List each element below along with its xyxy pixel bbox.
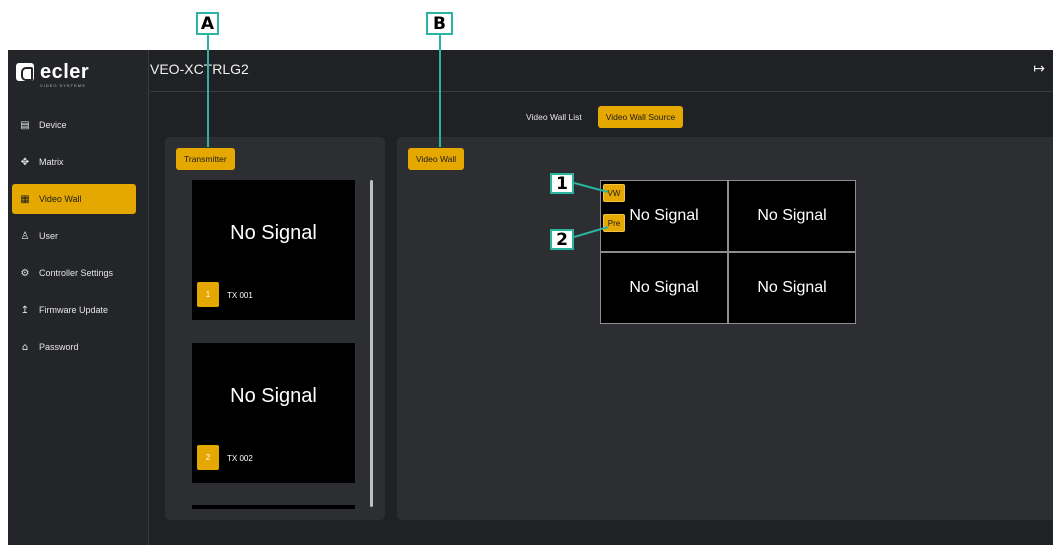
transmitter-card[interactable]: No Signal 2 TX 002 — [192, 343, 355, 483]
ecler-logo-text: ecler — [40, 61, 90, 83]
sidebar-item-label: Device — [39, 120, 67, 130]
callout-b: B — [426, 12, 453, 35]
sidebar-item-label: Password — [39, 342, 79, 352]
ecler-logo-subtitle: VIDEO SYSTEMS — [40, 83, 86, 88]
sidebar-item-user[interactable]: ♙ User — [12, 221, 136, 251]
video-wall-chip: Video Wall — [408, 148, 465, 170]
sidebar-item-label: User — [39, 231, 59, 241]
transmitter-number: 2 — [197, 445, 219, 470]
gear-icon: ⚙ — [20, 267, 30, 279]
callout-2: 2 — [550, 229, 574, 250]
device-title: VEO-XCTRLG2 — [150, 61, 249, 77]
sidebar: ecler VIDEO SYSTEMS ▤ Device ✥ Matrix ▦ … — [8, 50, 149, 545]
user-icon: ♙ — [20, 230, 30, 242]
transmitter-number: 1 — [197, 282, 219, 307]
signal-status: No Signal — [757, 279, 827, 296]
sidebar-item-device[interactable]: ▤ Device — [12, 110, 136, 140]
callout-a: A — [196, 12, 219, 35]
sidebar-item-video-wall[interactable]: ▦ Video Wall — [12, 184, 136, 214]
transmitter-card[interactable]: No Signal 1 TX 001 — [192, 180, 355, 320]
video-wall-grid: No Signal No Signal No Signal No Signal — [600, 180, 856, 324]
sidebar-item-label: Controller Settings — [39, 268, 114, 278]
app-window: ecler VIDEO SYSTEMS ▤ Device ✥ Matrix ▦ … — [8, 50, 1053, 545]
sidebar-item-password[interactable]: ⌂ Password — [12, 332, 136, 362]
transmitter-chip: Transmitter — [176, 148, 235, 170]
signal-status: No Signal — [230, 385, 317, 407]
sidebar-item-label: Video Wall — [39, 194, 82, 204]
transmitter-panel: Transmitter No Signal 1 TX 001 No Signal… — [165, 137, 385, 520]
sidebar-item-label: Matrix — [39, 157, 64, 167]
tab-video-wall-list[interactable]: Video Wall List — [518, 106, 590, 128]
signal-status: No Signal — [629, 207, 699, 224]
callout-a-line — [207, 35, 209, 147]
wall-cell[interactable]: No Signal — [601, 253, 727, 323]
ecler-logo: ecler — [16, 61, 90, 83]
ecler-logo-mark — [16, 63, 34, 81]
video-wall-panel: Video Wall No Signal No Signal No Signal… — [397, 137, 1053, 520]
tab-bar: Video Wall List Video Wall Source — [518, 106, 684, 128]
wall-cell[interactable]: No Signal — [729, 181, 855, 251]
callout-2-line — [574, 226, 609, 238]
callout-b-line — [439, 35, 441, 147]
signal-status: No Signal — [230, 222, 317, 244]
sidebar-nav: ▤ Device ✥ Matrix ▦ Video Wall ♙ User ⚙ … — [12, 110, 136, 369]
upload-icon: ↥ — [20, 304, 30, 316]
transmitter-scrollbar[interactable] — [370, 180, 373, 507]
transmitter-card-partial — [192, 505, 355, 509]
sidebar-item-firmware-update[interactable]: ↥ Firmware Update — [12, 295, 136, 325]
transmitter-name: TX 001 — [227, 291, 253, 300]
tab-video-wall-source[interactable]: Video Wall Source — [597, 106, 684, 128]
callout-1-line — [574, 182, 609, 193]
transmitter-name: TX 002 — [227, 454, 253, 463]
top-bar: VEO-XCTRLG2 ↦ — [150, 50, 1053, 92]
signal-status: No Signal — [757, 207, 827, 224]
callout-1: 1 — [550, 173, 574, 194]
sidebar-item-controller-settings[interactable]: ⚙ Controller Settings — [12, 258, 136, 288]
wall-cell[interactable]: No Signal — [729, 253, 855, 323]
logout-icon[interactable]: ↦ — [1033, 61, 1045, 77]
video-wall-icon: ▦ — [20, 193, 30, 205]
sidebar-item-matrix[interactable]: ✥ Matrix — [12, 147, 136, 177]
device-icon: ▤ — [20, 119, 30, 131]
lock-icon: ⌂ — [21, 341, 29, 353]
matrix-icon: ✥ — [20, 156, 30, 168]
sidebar-item-label: Firmware Update — [39, 305, 109, 315]
signal-status: No Signal — [629, 279, 699, 296]
